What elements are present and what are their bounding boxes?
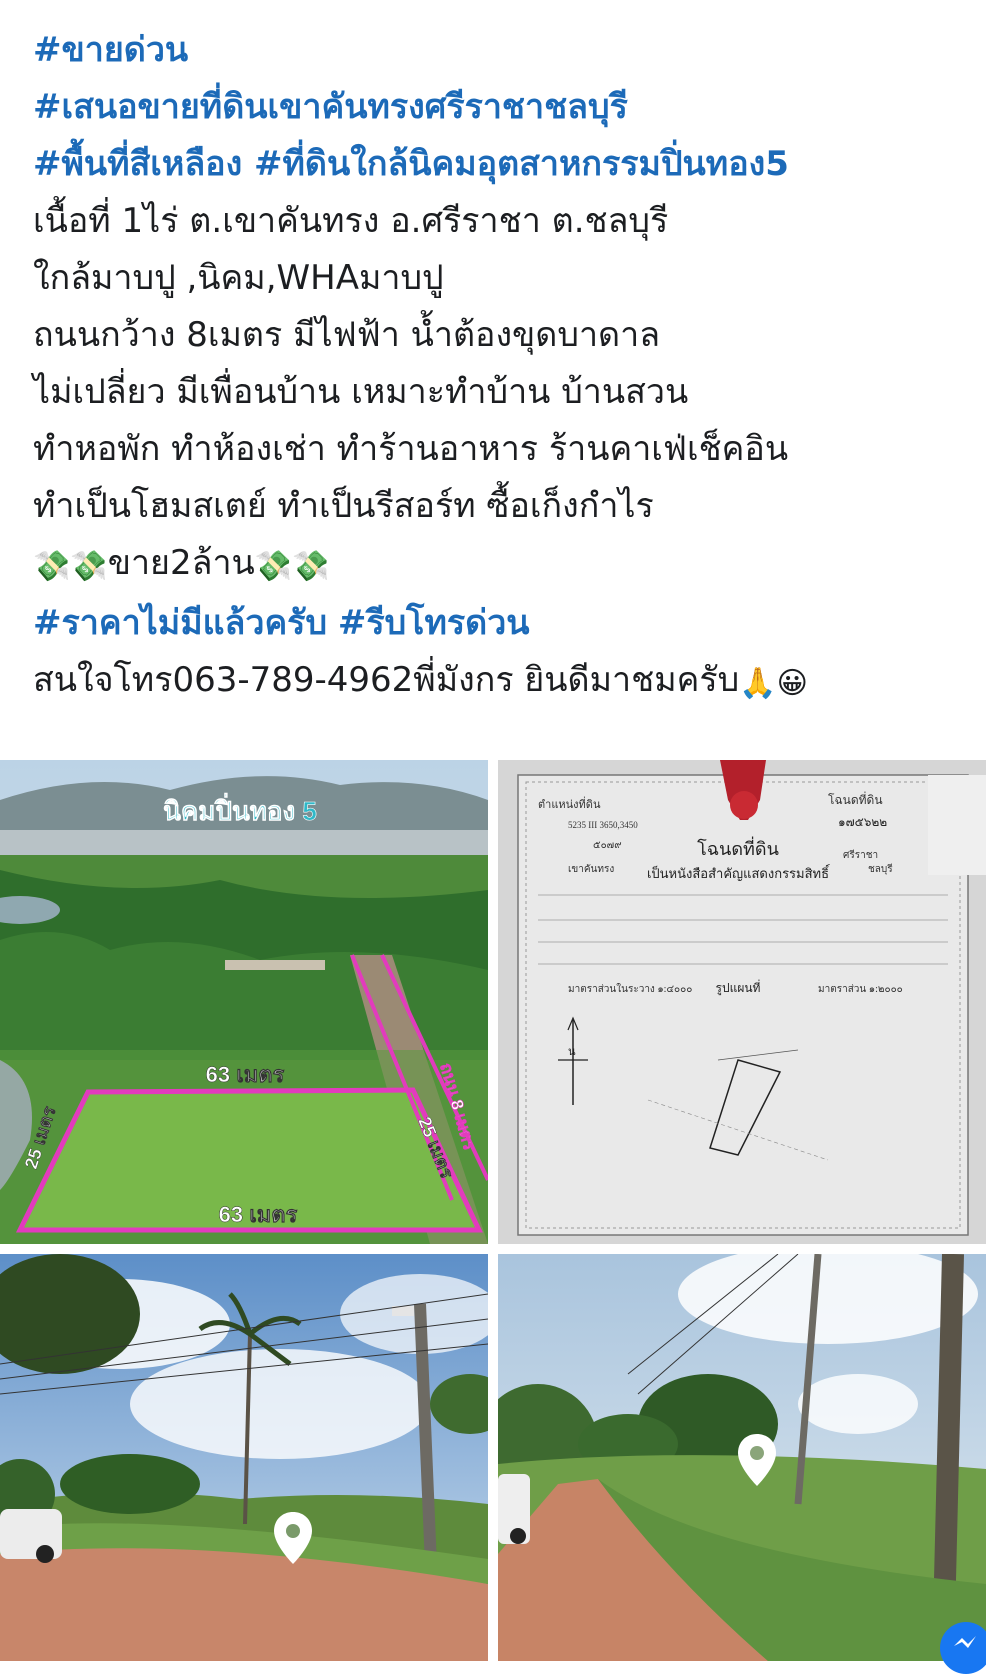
price-line: 💸💸ขาย2ล้าน💸💸 <box>33 535 973 595</box>
aerial-top-width: 63 เมตร <box>206 1062 285 1087</box>
hashtag-line-3[interactable]: #พื้นที่สีเหลือง #ที่ดินใกล้นิคมอุตสาหกร… <box>33 144 789 184</box>
aerial-title: นิคมปิ่นทอง 5 <box>163 792 317 826</box>
deed-heading-left: ตำแหน่งที่ดิน <box>538 796 601 811</box>
folded-hands-icon: 🙏 <box>739 666 777 701</box>
deed-scale-1: มาตราส่วนในระวาง ๑:๔๐๐๐ <box>568 983 692 995</box>
post-line-road: ถนนกว้าง 8เมตร มีไฟฟ้า น้ำต้องขุดบาดาล <box>33 315 661 355</box>
messenger-glyph <box>954 1636 976 1648</box>
deed-number: ๑๗๕๖๒๒ <box>838 815 887 829</box>
smiley-icon: 😀 <box>776 666 808 701</box>
hashtag-line-2[interactable]: #เสนอขายที่ดินเขาคันทรงศรีราชาชลบุรี <box>33 87 628 127</box>
deed-scale-2: มาตราส่วน ๑:๒๐๐๐ <box>818 984 903 995</box>
post-line-area: เนื้อที่ 1ไร่ ต.เขาคันทรง อ.ศรีราชา ต.ชล… <box>33 201 669 241</box>
money-wings-icon: 💸 <box>254 549 293 584</box>
hashtag-price[interactable]: #ราคาไม่มีแล้วครับ <box>33 603 327 643</box>
deed-image: ตำแหน่งที่ดิน โฉนดที่ดิน 5235 III 3650,3… <box>498 760 986 1244</box>
photo-road-view-1[interactable] <box>0 1254 488 1661</box>
deed-district: ศรีราชา <box>843 849 878 861</box>
deed-map-label: รูปแผนที่ <box>716 979 761 996</box>
road-image-1 <box>0 1254 488 1661</box>
deed-subtitle: เป็นหนังสือสำคัญแสดงกรรมสิทธิ์ <box>647 864 831 881</box>
deed-sheet: 5235 III 3650,3450 <box>568 820 638 830</box>
deed-title: โฉนดที่ดิน <box>697 836 779 859</box>
deed-subdistrict: เขาคันทรง <box>568 864 614 875</box>
hashtag-line-1[interactable]: #ขายด่วน <box>33 30 188 70</box>
deed-north: น <box>568 1046 576 1058</box>
photo-road-view-2[interactable] <box>498 1254 986 1661</box>
post-line-nearby: ใกล้มาบปู ,นิคม,WHAมาบปู <box>33 258 444 298</box>
deed-heading-right: โฉนดที่ดิน <box>828 791 883 807</box>
post-line-neighbors: ไม่เปลี่ยว มีเพื่อนบ้าน เหมาะทำบ้าน บ้าน… <box>33 372 689 412</box>
deed-parcel: ๕๐๗๙ <box>593 840 622 851</box>
deed-province: ชลบุรี <box>868 863 893 875</box>
hashtag-call[interactable]: #รีบโทรด่วน <box>338 603 530 643</box>
money-wings-icon: 💸 <box>292 549 330 584</box>
post-line-uses: ทำหอพัก ทำห้องเช่า ทำร้านอาหาร ร้านคาเฟ่… <box>33 429 789 469</box>
money-wings-icon: 💸 <box>70 549 108 584</box>
money-wings-icon: 💸 <box>33 549 71 584</box>
contact-line: สนใจโทร063-789-4962พี่มังกร ยินดีมาชมครั… <box>33 652 973 712</box>
road-image-2 <box>498 1254 986 1661</box>
contact-text: สนใจโทร063-789-4962พี่มังกร ยินดีมาชมครั… <box>33 660 740 700</box>
messenger-icon[interactable] <box>940 1622 986 1674</box>
post-line-uses-2: ทำเป็นโฮมสเตย์ ทำเป็นรีสอร์ท ซื้อเก็งกำไ… <box>33 486 654 526</box>
photo-title-deed[interactable]: ตำแหน่งที่ดิน โฉนดที่ดิน 5235 III 3650,3… <box>498 760 986 1244</box>
post-text: #ขายด่วน #เสนอขายที่ดินเขาคันทรงศรีราชาช… <box>33 22 973 712</box>
aerial-image: นิคมปิ่นทอง 5 63 เมตร 63 เมตร 25 เมตร 25… <box>0 760 488 1244</box>
price-text: ขาย2ล้าน <box>107 543 255 583</box>
photo-aerial-land[interactable]: นิคมปิ่นทอง 5 63 เมตร 63 เมตร 25 เมตร 25… <box>0 760 488 1244</box>
hashtag-line-4: #ราคาไม่มีแล้วครับ #รีบโทรด่วน <box>33 595 973 652</box>
aerial-bottom-width: 63 เมตร <box>219 1202 298 1227</box>
